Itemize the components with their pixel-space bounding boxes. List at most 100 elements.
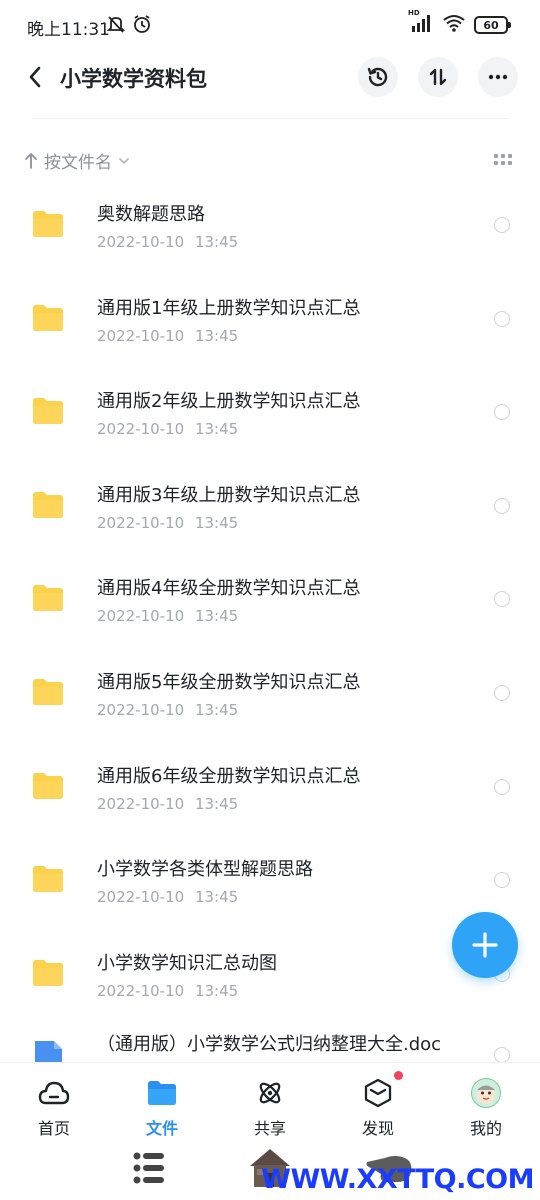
- grid-view-icon[interactable]: [494, 154, 512, 168]
- select-checkbox[interactable]: [494, 217, 510, 233]
- arrow-up-icon: [25, 152, 37, 169]
- folder-icon: [33, 304, 63, 331]
- cloud-home-icon: [38, 1077, 70, 1109]
- file-meta: 2022-10-10 13:45: [97, 514, 238, 532]
- file-time: 13:45: [194, 607, 239, 626]
- watermark-text: WWW.XXTTQ.COM: [261, 1164, 534, 1195]
- file-meta: 2022-10-10 13:45: [97, 888, 238, 906]
- mute-vibrate-icon: [106, 14, 126, 38]
- file-time: 13:45: [194, 233, 239, 251]
- folder-icon: [33, 211, 63, 237]
- file-name: 通用版2年级上册数学知识点汇总: [97, 391, 361, 413]
- file-date: 2022-10-10: [97, 326, 185, 345]
- file-date: 2022-10-10: [97, 794, 185, 813]
- select-checkbox[interactable]: [494, 591, 510, 608]
- signal-icon: HD: [408, 9, 434, 36]
- file-row[interactable]: 通用版4年级全册数学知识点汇总 2022-10-10 13:45: [0, 552, 540, 646]
- bottom-nav: 首页 文件 共享 发现 我的: [0, 1062, 540, 1138]
- select-checkbox[interactable]: [494, 497, 510, 514]
- system-nav-bar: WWW.XXTTQ.COM: [0, 1136, 540, 1200]
- select-checkbox[interactable]: [494, 872, 510, 889]
- nav-discover[interactable]: 发现: [324, 1063, 432, 1138]
- nav-me[interactable]: 我的: [432, 1063, 540, 1138]
- add-button[interactable]: [452, 912, 518, 978]
- notification-badge: [394, 1071, 403, 1080]
- back-button[interactable]: [20, 62, 50, 92]
- file-time: 13:45: [194, 420, 239, 439]
- file-meta: 2022-10-10 13:45: [97, 701, 238, 719]
- file-date: 2022-10-10: [97, 888, 185, 907]
- file-meta: 2022-10-10 13:45: [97, 233, 238, 251]
- file-meta: 2022-10-10 13:45: [97, 795, 238, 813]
- folder-icon: [33, 398, 63, 425]
- alarm-icon: [132, 14, 152, 38]
- file-date: 2022-10-10: [97, 233, 185, 251]
- file-time: 13:45: [194, 326, 239, 345]
- file-name: 奥数解题思路: [97, 204, 205, 225]
- file-name: 小学数学知识汇总动图: [97, 952, 277, 974]
- file-date: 2022-10-10: [97, 607, 185, 626]
- avatar-icon: [470, 1077, 502, 1109]
- select-checkbox[interactable]: [494, 310, 510, 327]
- page-title: 小学数学资料包: [60, 67, 207, 91]
- file-row[interactable]: 奥数解题思路 2022-10-10 13:45: [0, 178, 540, 272]
- sort-by-name-button[interactable]: 按文件名: [24, 148, 130, 173]
- menu-list-icon: [133, 1152, 164, 1184]
- sort-arrows-icon: [429, 68, 447, 86]
- hd-label: HD: [408, 9, 420, 17]
- status-time: 晚上11:31: [27, 20, 110, 40]
- file-name: 通用版6年级全册数学知识点汇总: [97, 765, 361, 787]
- folder-icon: [33, 959, 63, 986]
- file-row[interactable]: （通用版）小学数学公式归纳整理大全.doc: [0, 1020, 540, 1062]
- chevron-left-icon: [29, 66, 41, 88]
- folder-icon: [146, 1077, 178, 1109]
- file-row[interactable]: 通用版2年级上册数学知识点汇总 2022-10-10 13:45: [0, 365, 540, 459]
- file-row[interactable]: 通用版3年级上册数学知识点汇总 2022-10-10 13:45: [0, 459, 540, 553]
- file-row[interactable]: 通用版1年级上册数学知识点汇总 2022-10-10 13:45: [0, 272, 540, 366]
- chevron-down-icon: [119, 157, 129, 164]
- file-name: 小学数学各类体型解题思路: [97, 859, 313, 881]
- file-time: 13:45: [194, 888, 239, 907]
- battery-icon: 60: [474, 16, 511, 34]
- nav-home[interactable]: 首页: [0, 1063, 108, 1138]
- file-name: （通用版）小学数学公式归纳整理大全.doc: [97, 1034, 442, 1056]
- file-time: 13:45: [194, 700, 239, 719]
- file-meta: 2022-10-10 13:45: [97, 607, 238, 625]
- folder-icon: [33, 678, 63, 705]
- file-date: 2022-10-10: [97, 513, 185, 532]
- atom-share-icon: [254, 1077, 286, 1109]
- history-icon: [367, 67, 388, 87]
- recent-apps-button[interactable]: [132, 1150, 166, 1190]
- file-name: 通用版5年级全册数学知识点汇总: [97, 671, 361, 693]
- select-checkbox[interactable]: [494, 684, 510, 701]
- avatar: [471, 1078, 501, 1108]
- header: 小学数学资料包: [0, 52, 540, 104]
- file-row[interactable]: 通用版6年级全册数学知识点汇总 2022-10-10 13:45: [0, 740, 540, 834]
- sort-label: 按文件名: [44, 153, 112, 173]
- file-name: 通用版3年级上册数学知识点汇总: [97, 484, 361, 506]
- file-name: 通用版1年级上册数学知识点汇总: [97, 297, 361, 319]
- file-date: 2022-10-10: [97, 420, 185, 439]
- more-dots-icon: [488, 74, 508, 80]
- select-checkbox[interactable]: [494, 404, 510, 421]
- file-row[interactable]: 小学数学各类体型解题思路 2022-10-10 13:45: [0, 833, 540, 927]
- select-checkbox[interactable]: [494, 778, 510, 795]
- folder-icon: [33, 772, 63, 799]
- more-button[interactable]: [478, 57, 518, 97]
- folder-icon: [33, 491, 63, 518]
- folder-icon: [33, 866, 63, 893]
- status-right-group: HD 60: [408, 9, 511, 36]
- select-checkbox[interactable]: [494, 1047, 510, 1062]
- file-time: 13:45: [194, 513, 239, 532]
- nav-share[interactable]: 共享: [216, 1063, 324, 1138]
- history-button[interactable]: [358, 57, 398, 97]
- file-row[interactable]: 通用版5年级全册数学知识点汇总 2022-10-10 13:45: [0, 646, 540, 740]
- nav-files[interactable]: 文件: [108, 1063, 216, 1138]
- plus-icon: [472, 932, 498, 958]
- sort-order-button[interactable]: [418, 57, 458, 97]
- file-name: 通用版4年级全册数学知识点汇总: [97, 578, 361, 600]
- wifi-icon: [442, 14, 466, 36]
- doc-file-icon: [35, 1041, 62, 1062]
- file-meta: 2022-10-10 13:45: [97, 327, 238, 345]
- file-meta: 2022-10-10 13:45: [97, 982, 238, 1000]
